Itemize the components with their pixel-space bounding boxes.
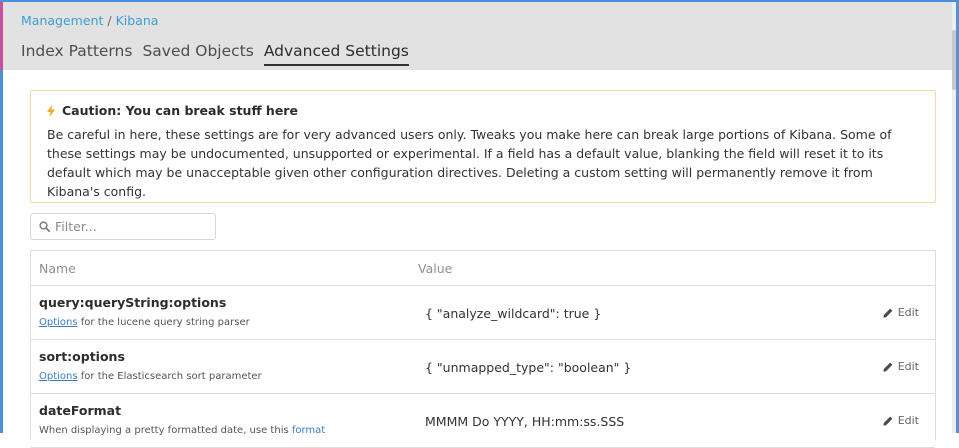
page-header: Management / Kibana Index Patterns Saved O… (3, 2, 952, 70)
edit-label: Edit (897, 360, 919, 373)
tab-saved-objects[interactable]: Saved Objects (142, 42, 253, 66)
caution-callout: Caution: You can break stuff here Be car… (30, 90, 936, 203)
column-header-value: Value (418, 260, 453, 276)
format-link[interactable]: format (292, 425, 325, 436)
setting-description-text: for the lucene query string parser (77, 317, 250, 328)
setting-description-text: When displaying a pretty formatted date,… (39, 425, 292, 436)
table-row: sort:options Options for the Elasticsear… (31, 340, 935, 394)
caution-title: Caution: You can break stuff here (62, 103, 298, 118)
breadcrumb-separator: / (107, 13, 112, 28)
options-link[interactable]: Options (39, 317, 78, 328)
setting-name: sort:options (39, 349, 125, 364)
setting-description: When displaying a pretty formatted date,… (39, 425, 325, 436)
options-link[interactable]: Options (39, 371, 78, 382)
pencil-icon (883, 362, 893, 372)
setting-value: MMMM Do YYYY, HH:mm:ss.SSS (425, 414, 625, 429)
search-icon (39, 221, 50, 232)
breadcrumb-kibana[interactable]: Kibana (116, 13, 159, 28)
bolt-icon (47, 104, 55, 117)
tab-bar: Index Patterns Saved Objects Advanced Se… (21, 42, 419, 66)
setting-description: Options for the lucene query string pars… (39, 317, 250, 328)
edit-button[interactable]: Edit (883, 414, 919, 427)
tab-index-patterns[interactable]: Index Patterns (21, 42, 132, 66)
table-row: dateFormat When displaying a pretty form… (31, 394, 935, 448)
table-header: Name Value (31, 251, 935, 286)
caution-title-row: Caution: You can break stuff here (47, 103, 919, 118)
settings-table: Name Value query:queryString:options Opt… (30, 250, 936, 448)
pencil-icon (883, 416, 893, 426)
setting-name: query:queryString:options (39, 295, 227, 310)
setting-value: { "unmapped_type": "boolean" } (425, 360, 632, 375)
filter-field[interactable] (30, 213, 216, 240)
edit-button[interactable]: Edit (883, 360, 919, 373)
setting-name: dateFormat (39, 403, 122, 418)
edit-label: Edit (897, 414, 919, 427)
caution-body: Be careful in here, these settings are f… (47, 127, 892, 199)
left-accent-bar-blue (0, 70, 3, 433)
edit-label: Edit (897, 306, 919, 319)
breadcrumb-management[interactable]: Management (21, 13, 103, 28)
edit-button[interactable]: Edit (883, 306, 919, 319)
setting-description: Options for the Elasticsearch sort param… (39, 371, 262, 382)
filter-input[interactable] (55, 219, 205, 234)
pencil-icon (883, 308, 893, 318)
breadcrumb: Management / Kibana (21, 13, 158, 28)
setting-value: { "analyze_wildcard": true } (425, 306, 602, 321)
tab-advanced-settings[interactable]: Advanced Settings (263, 42, 409, 66)
setting-description-text: for the Elasticsearch sort parameter (77, 371, 262, 382)
table-row: query:queryString:options Options for th… (31, 286, 935, 340)
column-header-name[interactable]: Name (31, 261, 418, 276)
